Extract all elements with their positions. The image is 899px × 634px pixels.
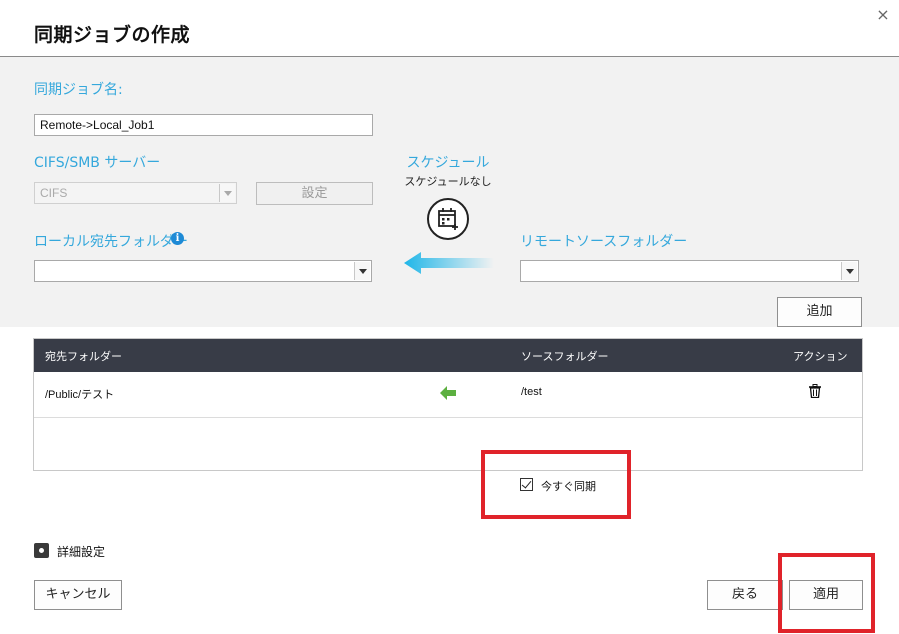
table-row[interactable]: /Public/テスト /test <box>34 372 862 418</box>
job-name-input[interactable] <box>34 114 373 136</box>
advanced-settings-label: 詳細設定 <box>57 545 106 559</box>
schedule-status: スケジュールなし <box>404 175 492 188</box>
close-icon[interactable]: × <box>874 6 892 24</box>
folder-pair-table: 宛先フォルダー ソースフォルダー アクション /Public/テスト /test <box>33 338 863 471</box>
server-label: CIFS/SMB サーバー <box>34 155 161 171</box>
server-select-value: CIFS <box>40 186 68 200</box>
info-icon[interactable]: i <box>171 232 184 245</box>
highlight-box-sync-now <box>481 450 631 519</box>
job-name-label: 同期ジョブ名: <box>34 82 123 98</box>
chevron-down-icon <box>354 262 370 280</box>
schedule-label: スケジュール <box>406 155 490 171</box>
row-dest-folder: /Public/テスト <box>45 389 115 401</box>
server-select[interactable]: CIFS <box>34 182 237 204</box>
gear-icon <box>34 543 49 558</box>
header-dest-folder: 宛先フォルダー <box>45 350 122 363</box>
remote-folder-label: リモートソースフォルダー <box>520 234 688 250</box>
table-header: 宛先フォルダー ソースフォルダー アクション <box>34 339 862 372</box>
cancel-button[interactable]: キャンセル <box>34 580 122 610</box>
calendar-add-icon[interactable] <box>427 198 469 240</box>
remote-folder-select[interactable] <box>520 260 859 282</box>
dialog-title: 同期ジョブの作成 <box>34 24 191 46</box>
local-folder-select[interactable] <box>34 260 372 282</box>
row-source-folder: /test <box>521 386 542 398</box>
local-folder-label: ローカル宛先フォルダー <box>34 234 188 250</box>
trash-icon[interactable] <box>809 384 821 398</box>
header-source-folder: ソースフォルダー <box>521 350 609 363</box>
highlight-box-apply <box>778 553 875 633</box>
chevron-down-icon <box>219 184 235 202</box>
sync-direction-arrow-icon <box>404 252 494 274</box>
back-button[interactable]: 戻る <box>707 580 783 610</box>
left-arrow-icon <box>440 386 456 400</box>
add-button[interactable]: 追加 <box>777 297 862 327</box>
server-settings-button[interactable]: 設定 <box>256 182 373 205</box>
chevron-down-icon <box>841 262 857 280</box>
header-action: アクション <box>793 350 848 363</box>
